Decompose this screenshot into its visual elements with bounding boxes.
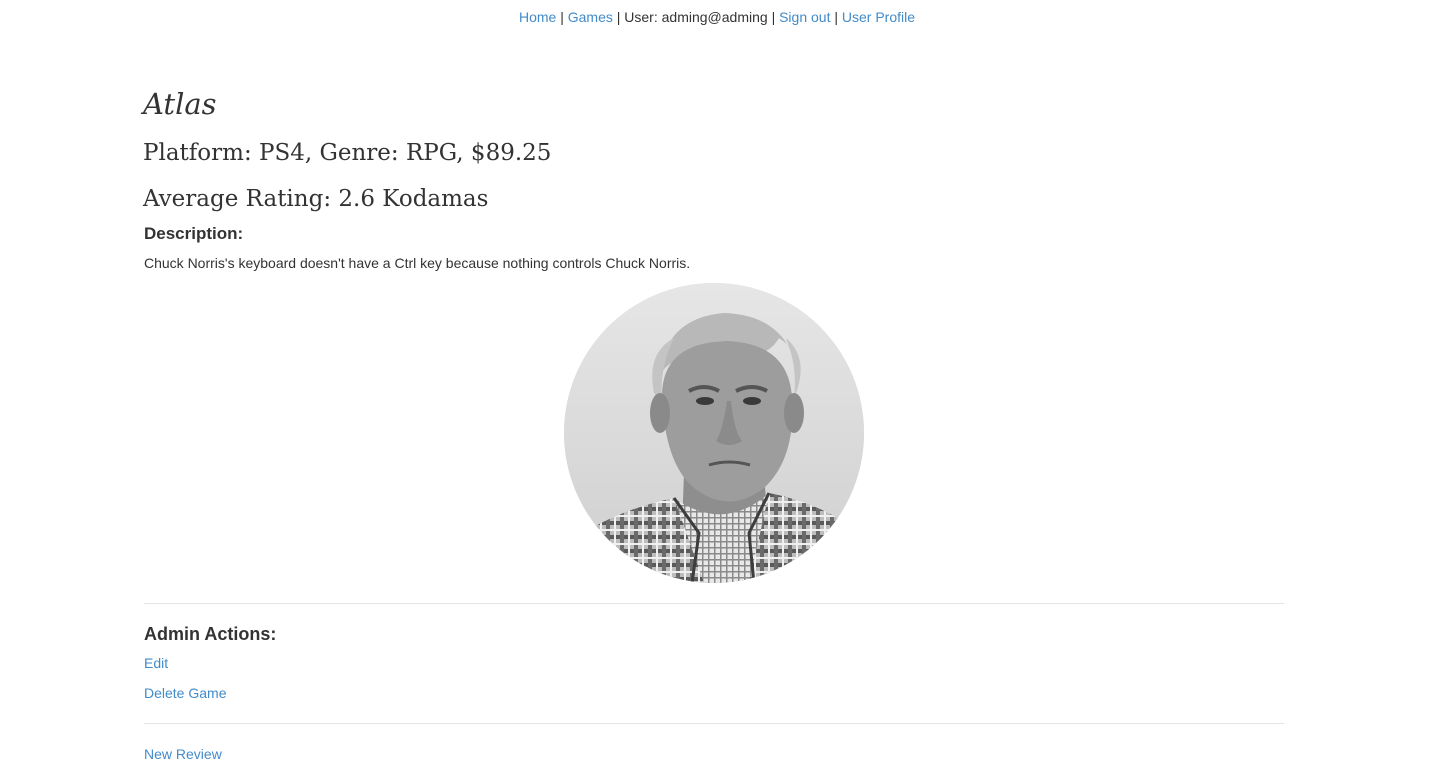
nav-user-label: User: adming@adming — [624, 9, 768, 25]
nav-user-profile-link[interactable]: User Profile — [842, 9, 915, 25]
nav-separator: | — [771, 9, 776, 25]
nav-separator: | — [834, 9, 838, 25]
divider — [144, 723, 1284, 724]
description-heading: Description: — [144, 224, 244, 243]
portrait-photo — [564, 283, 864, 583]
game-average-rating: Average Rating: 2.6 Kodamas — [143, 186, 489, 212]
nav-separator: | — [560, 9, 564, 25]
top-nav: Home | Games | User: adming@adming | Sig… — [0, 7, 1434, 27]
delete-game-link[interactable]: Delete Game — [144, 683, 226, 703]
edit-game-link[interactable]: Edit — [144, 653, 168, 673]
nav-sign-out-link[interactable]: Sign out — [779, 9, 830, 25]
divider — [144, 603, 1284, 604]
admin-actions-heading: Admin Actions: — [144, 624, 277, 644]
nav-separator: | — [616, 9, 621, 25]
nav-home-link[interactable]: Home — [519, 9, 556, 25]
new-review-link[interactable]: New Review — [144, 744, 222, 764]
nav-games-link[interactable]: Games — [568, 9, 613, 25]
game-platform-genre-price: Platform: PS4, Genre: RPG, $89.25 — [143, 140, 552, 166]
description-text: Chuck Norris's keyboard doesn't have a C… — [144, 255, 691, 271]
game-title: Atlas — [143, 87, 217, 121]
game-image — [564, 283, 864, 583]
